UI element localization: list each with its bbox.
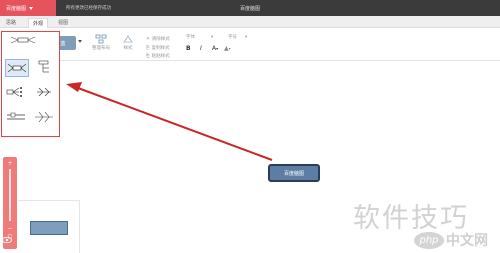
eye-icon[interactable] xyxy=(2,236,12,244)
zoom-in-icon[interactable]: + xyxy=(3,160,17,167)
zoom-out-icon[interactable]: − xyxy=(3,225,17,232)
root-node[interactable]: 百度脑图 xyxy=(268,164,320,182)
minimap[interactable] xyxy=(18,200,80,253)
php-logo: php xyxy=(414,231,444,249)
php-watermark: php 中文网 xyxy=(414,230,488,250)
php-cn-text: 中文网 xyxy=(446,233,488,249)
minimap-node xyxy=(30,221,68,235)
zoom-slider-track[interactable] xyxy=(9,169,11,221)
